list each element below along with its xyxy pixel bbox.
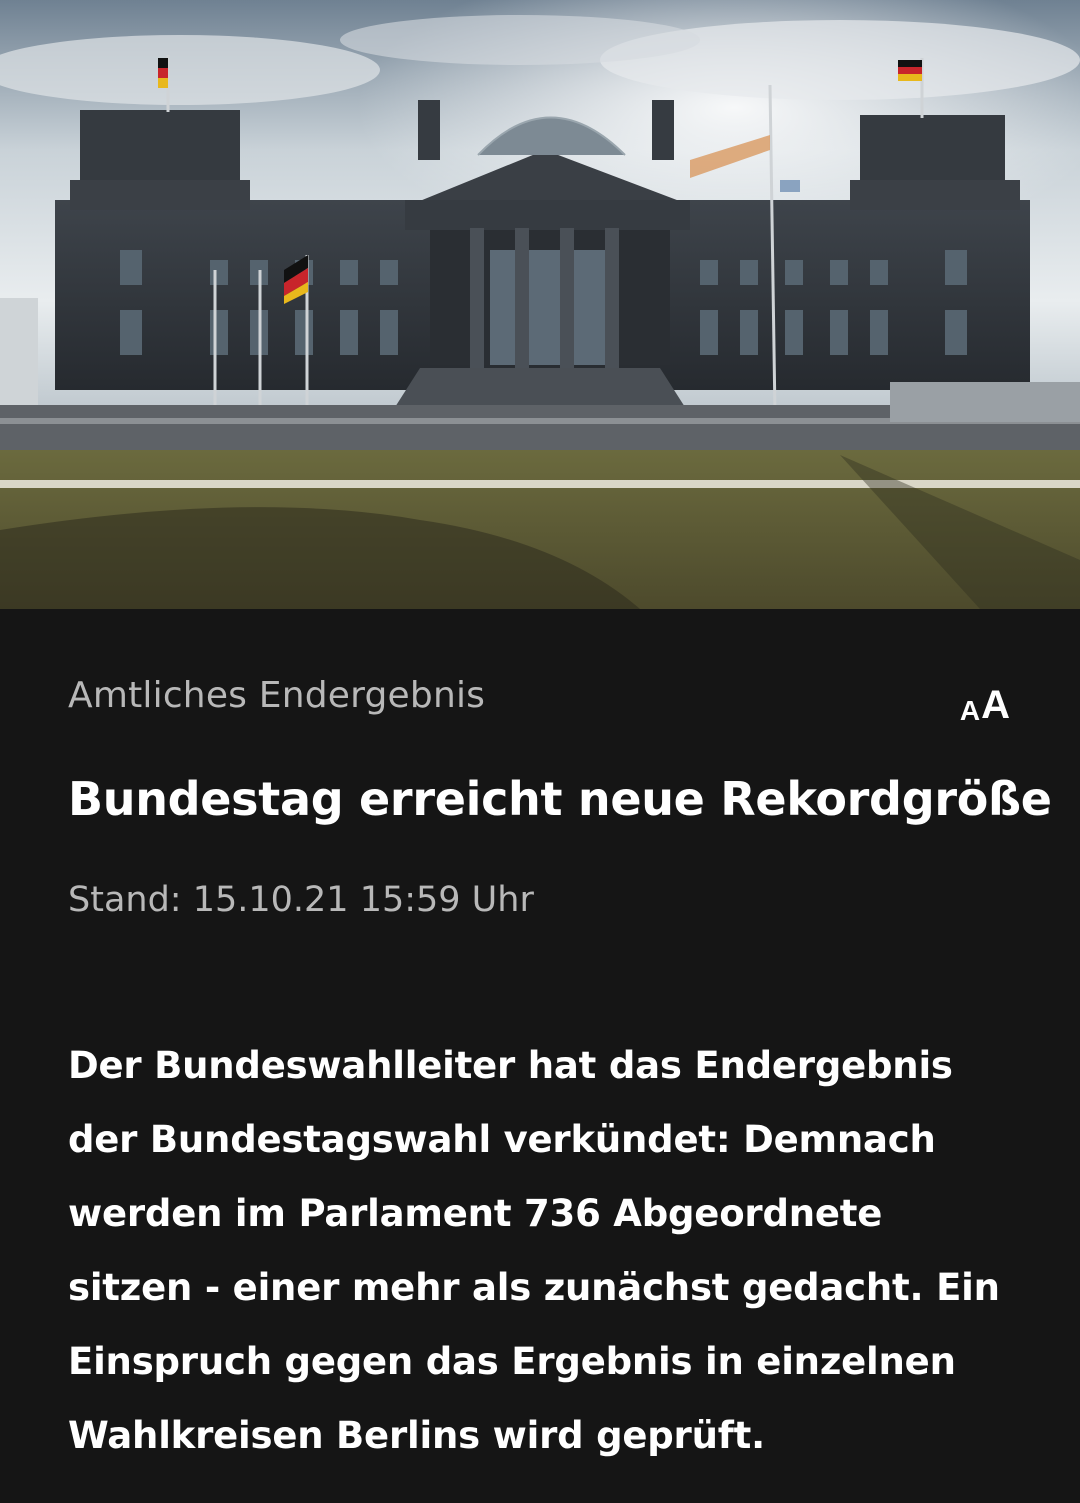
- hero-image: [0, 0, 1080, 609]
- font-size-large-glyph: A: [981, 683, 1010, 727]
- headline: Bundestag erreicht neue Rekordgröße: [68, 772, 1052, 826]
- topline: Amtliches Endergebnis: [68, 675, 486, 716]
- article-header: Amtliches Endergebnis A A Bundestag erre…: [0, 609, 1080, 1503]
- font-size-small-glyph: A: [959, 695, 981, 726]
- lead-paragraph: Der Bundeswahlleiter hat das Endergebnis…: [68, 1044, 1000, 1457]
- timestamp: Stand: 15.10.21 15:59 Uhr: [68, 880, 534, 920]
- font-size-button[interactable]: A A: [950, 677, 1010, 725]
